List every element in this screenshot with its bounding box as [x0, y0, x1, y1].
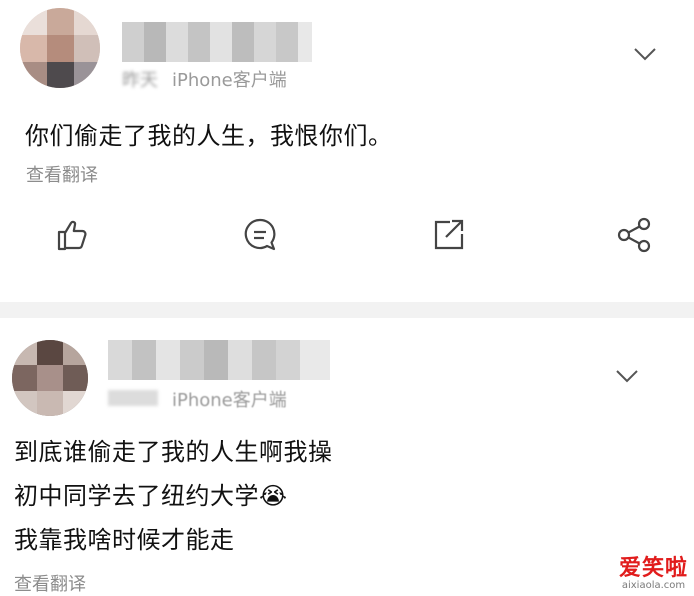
post-client: iPhone客户端	[172, 390, 287, 411]
post-client: iPhone客户端	[172, 70, 287, 91]
post-time: 昨天	[122, 70, 158, 91]
watermark-url: aixiaola.com	[621, 580, 686, 591]
more-share-button[interactable]	[614, 215, 654, 255]
post-content: 你们偷走了我的人生，我恨你们。	[25, 116, 393, 151]
content-line: 你们偷走了我的人生，我恨你们。	[25, 122, 393, 150]
content-line: 我靠我啥时候才能走	[14, 526, 235, 554]
comment-button[interactable]	[240, 215, 280, 255]
chevron-down-icon[interactable]	[630, 44, 660, 64]
post-divider	[0, 302, 694, 318]
like-button[interactable]	[52, 215, 92, 255]
watermark-logo: 爱笑啦	[618, 556, 688, 581]
post-meta: iPhone客户端	[108, 386, 287, 412]
post-time-blurred	[108, 390, 158, 406]
post-meta: 昨天 iPhone客户端	[122, 66, 287, 92]
share-icon	[434, 219, 464, 250]
comment-icon	[244, 218, 276, 251]
post-card: iPhone客户端 到底谁偷走了我的人生啊我操 初中同学去了纽约大学😭 我靠我啥…	[0, 318, 694, 595]
content-line: 初中同学去了纽约大学😭	[14, 482, 288, 510]
username-blurred[interactable]	[108, 340, 330, 380]
more-share-icon	[617, 217, 651, 253]
view-translation-link[interactable]: 查看翻译	[26, 161, 98, 187]
post-content: 到底谁偷走了我的人生啊我操 初中同学去了纽约大学😭 我靠我啥时候才能走	[14, 430, 333, 562]
avatar[interactable]	[20, 8, 100, 88]
like-icon	[57, 220, 87, 251]
content-line: 到底谁偷走了我的人生啊我操	[14, 438, 333, 466]
avatar[interactable]	[12, 340, 88, 416]
username-blurred[interactable]	[122, 22, 312, 62]
post-card: 昨天 iPhone客户端 你们偷走了我的人生，我恨你们。 查看翻译	[0, 0, 694, 302]
site-watermark: 爱笑啦 aixiaola.com	[619, 550, 688, 591]
view-translation-link[interactable]: 查看翻译	[14, 570, 86, 596]
chevron-down-icon[interactable]	[612, 366, 642, 386]
share-button[interactable]	[428, 215, 468, 255]
